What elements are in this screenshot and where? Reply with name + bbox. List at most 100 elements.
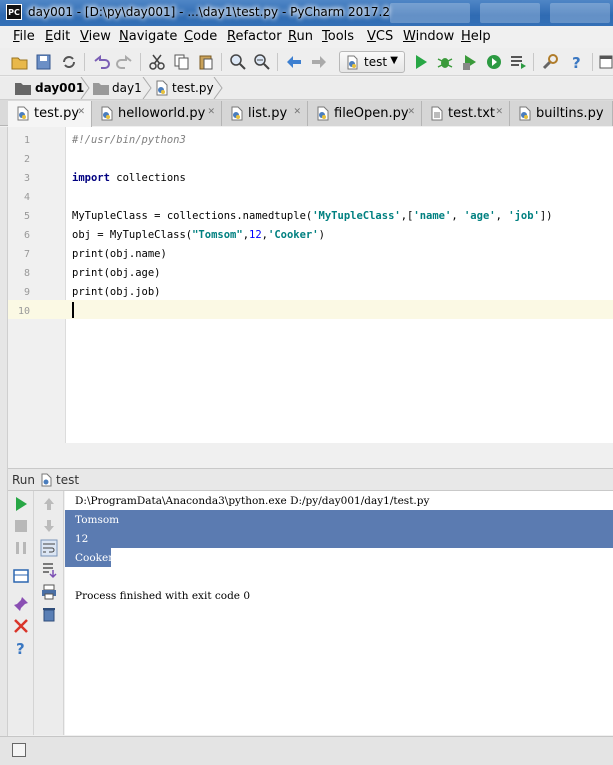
pin-icon[interactable]	[12, 595, 30, 613]
console-output-line: 12	[75, 533, 89, 545]
python-file-icon	[156, 80, 168, 96]
menu-help[interactable]: Help	[461, 29, 491, 44]
soft-wrap-icon[interactable]	[40, 539, 58, 557]
settings-wrench-icon[interactable]	[541, 53, 559, 71]
run-icon[interactable]	[412, 53, 430, 71]
breadcrumb-project[interactable]: day001	[35, 77, 84, 99]
toolbar-separator	[140, 53, 141, 71]
line-number: 7	[23, 249, 30, 260]
line-number: 2	[23, 154, 30, 165]
close-icon[interactable]: ✕	[77, 107, 85, 117]
code-editor[interactable]: 1 2 3 4 5 6 7 8 9 10 #!/usr/bin/python3 …	[8, 127, 613, 443]
selection-highlight	[65, 510, 613, 529]
tab-fileopen-py[interactable]: fileOpen.py ✕	[308, 101, 422, 126]
svg-text:?: ?	[572, 54, 581, 71]
help-icon[interactable]: ?	[568, 53, 586, 71]
menu-refactor[interactable]: Refactor	[227, 29, 282, 44]
folder-icon	[93, 83, 109, 95]
line-number: 10	[17, 306, 30, 317]
console-output-line: Cooker	[75, 552, 114, 564]
code-line-5: MyTupleClass = collections.namedtuple('M…	[72, 210, 553, 222]
code-line-7: print(obj.name)	[72, 248, 167, 260]
line-number: 4	[23, 192, 30, 203]
pause-icon[interactable]	[12, 539, 30, 557]
scroll-to-end-icon[interactable]	[40, 561, 58, 579]
run-configuration-label: test	[364, 55, 388, 69]
menu-navigate[interactable]: Navigate	[119, 29, 177, 44]
selection-highlight	[65, 529, 613, 548]
toolbar-separator	[533, 53, 534, 71]
menu-edit[interactable]: Edit	[45, 29, 70, 44]
replace-icon[interactable]	[253, 53, 271, 71]
menu-file[interactable]: File	[13, 29, 35, 44]
rerun-icon[interactable]	[12, 495, 30, 513]
menu-window[interactable]: Window	[403, 29, 454, 44]
close-icon[interactable]	[12, 617, 30, 635]
tab-builtins-py[interactable]: builtins.py	[510, 101, 613, 126]
tab-helloworld-py[interactable]: helloworld.py ✕	[92, 101, 222, 126]
open-folder-icon[interactable]	[11, 53, 29, 71]
breadcrumb: day001 day1 test.py	[0, 77, 613, 100]
scroll-down-arrow-icon[interactable]	[40, 517, 58, 535]
help-icon[interactable]: ?	[12, 639, 30, 657]
run-configuration-selector[interactable]: test ▼	[339, 51, 405, 73]
editor-tabs: test.py ✕ helloworld.py ✕ list.py ✕ file…	[0, 100, 613, 127]
back-arrow-icon[interactable]	[285, 53, 303, 71]
console-exit-message: Process finished with exit code 0	[75, 590, 251, 602]
breadcrumb-folder[interactable]: day1	[112, 77, 142, 99]
menu-tools[interactable]: Tools	[322, 29, 354, 44]
python-file-icon	[101, 106, 113, 121]
menu-run[interactable]: Run	[288, 29, 313, 44]
profile-icon[interactable]	[485, 53, 503, 71]
stop-icon[interactable]	[12, 517, 30, 535]
close-icon[interactable]: ✕	[293, 107, 301, 117]
line-number: 8	[23, 268, 30, 279]
tab-list-py[interactable]: list.py ✕	[222, 101, 308, 126]
toggle-tool-windows-icon[interactable]	[12, 743, 26, 757]
tab-label: list.py	[248, 106, 288, 121]
redo-icon[interactable]	[116, 53, 134, 71]
close-icon[interactable]: ✕	[407, 107, 415, 117]
close-icon[interactable]: ✕	[495, 107, 503, 117]
line-number: 5	[23, 211, 30, 222]
breadcrumb-file[interactable]: test.py	[172, 77, 214, 99]
find-icon[interactable]	[229, 53, 247, 71]
tab-label: test.py	[34, 106, 80, 121]
paste-icon[interactable]	[197, 53, 215, 71]
tab-label: builtins.py	[536, 106, 604, 121]
menu-view[interactable]: View	[80, 29, 111, 44]
tab-test-txt[interactable]: test.txt ✕	[422, 101, 510, 126]
concurrency-diagram-icon[interactable]	[509, 53, 527, 71]
chevron-down-icon: ▼	[390, 55, 398, 66]
scroll-up-arrow-icon[interactable]	[40, 495, 58, 513]
code-line-8: print(obj.age)	[72, 267, 161, 279]
undo-icon[interactable]	[92, 53, 110, 71]
save-all-icon[interactable]	[35, 53, 53, 71]
text-file-icon	[431, 106, 443, 121]
toolbar-separator	[221, 53, 222, 71]
restore-layout-icon[interactable]	[12, 567, 30, 585]
code-line-3: import collections	[72, 172, 186, 184]
synchronize-icon[interactable]	[60, 53, 78, 71]
run-with-coverage-icon[interactable]	[461, 53, 479, 71]
run-configuration-tab[interactable]: test	[56, 473, 79, 487]
close-icon[interactable]: ✕	[207, 107, 215, 117]
console-command-line: D:\ProgramData\Anaconda3\python.exe D:/p…	[75, 495, 430, 507]
breadcrumb-separator-icon	[213, 77, 223, 99]
python-file-icon	[317, 106, 329, 121]
python-file-icon	[17, 106, 29, 121]
project-structure-icon[interactable]	[599, 53, 613, 71]
tab-test-py[interactable]: test.py ✕	[8, 101, 92, 127]
run-console-output[interactable]: D:\ProgramData\Anaconda3\python.exe D:/p…	[65, 491, 613, 735]
cut-icon[interactable]	[148, 53, 166, 71]
debug-icon[interactable]	[436, 53, 454, 71]
menu-vcs[interactable]: VCS	[367, 29, 393, 44]
copy-icon[interactable]	[173, 53, 191, 71]
main-toolbar: test ▼ ?	[0, 48, 613, 76]
clear-all-trash-icon[interactable]	[40, 605, 58, 623]
pycharm-app-icon: PC	[6, 4, 22, 20]
print-icon[interactable]	[40, 583, 58, 601]
forward-arrow-icon[interactable]	[310, 53, 328, 71]
run-tool-window-header: Run test	[8, 468, 613, 491]
menu-code[interactable]: Code	[184, 29, 217, 44]
